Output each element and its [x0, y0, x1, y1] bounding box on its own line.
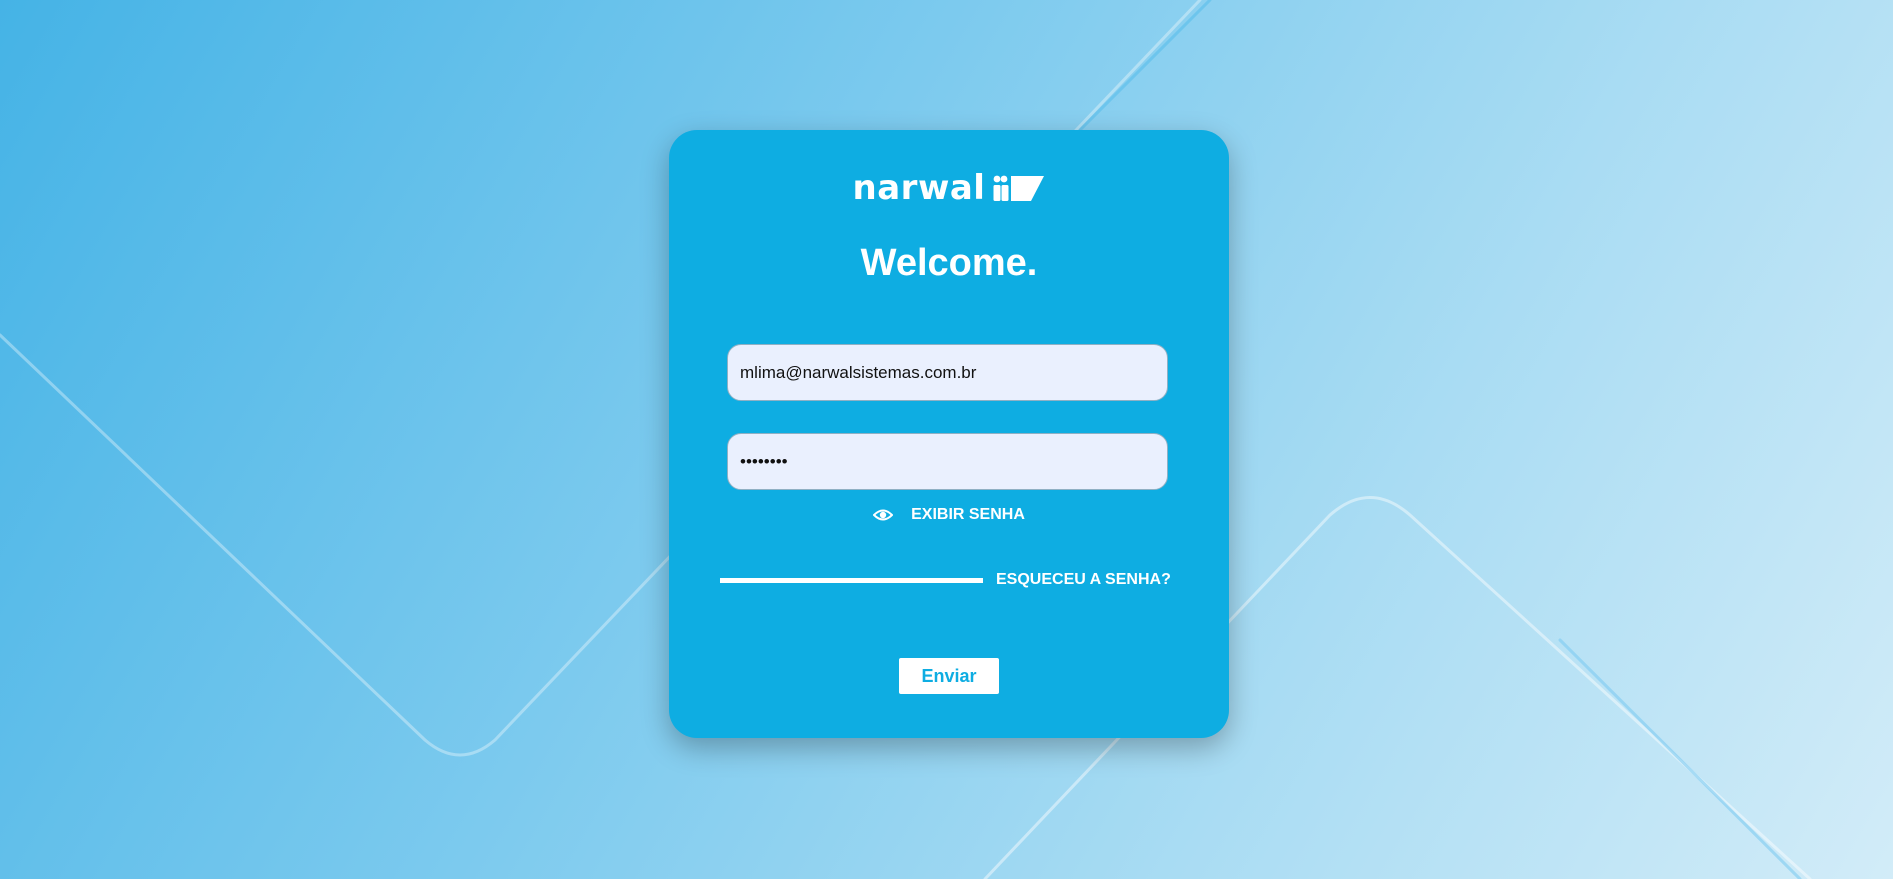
brand-logo: narwal — [669, 170, 1229, 206]
show-password-label: EXIBIR SENHA — [911, 506, 1025, 523]
login-card: narwal Welcome. EXIBIR SENHA ESQUECEU A … — [669, 130, 1229, 738]
forgot-password-link[interactable]: ESQUECEU A SENHA? — [996, 571, 1171, 589]
email-field[interactable] — [727, 344, 1168, 401]
forgot-password-row: ESQUECEU A SENHA? — [720, 568, 1200, 592]
submit-button[interactable]: Enviar — [899, 658, 999, 694]
divider-line — [720, 577, 983, 583]
password-field[interactable] — [727, 433, 1168, 490]
show-password-toggle[interactable]: EXIBIR SENHA — [669, 506, 1229, 524]
welcome-title: Welcome. — [860, 242, 1038, 284]
brand-logo-mark-icon — [993, 175, 1045, 201]
eye-icon — [873, 509, 894, 521]
brand-logo-text: narwal — [852, 168, 986, 208]
